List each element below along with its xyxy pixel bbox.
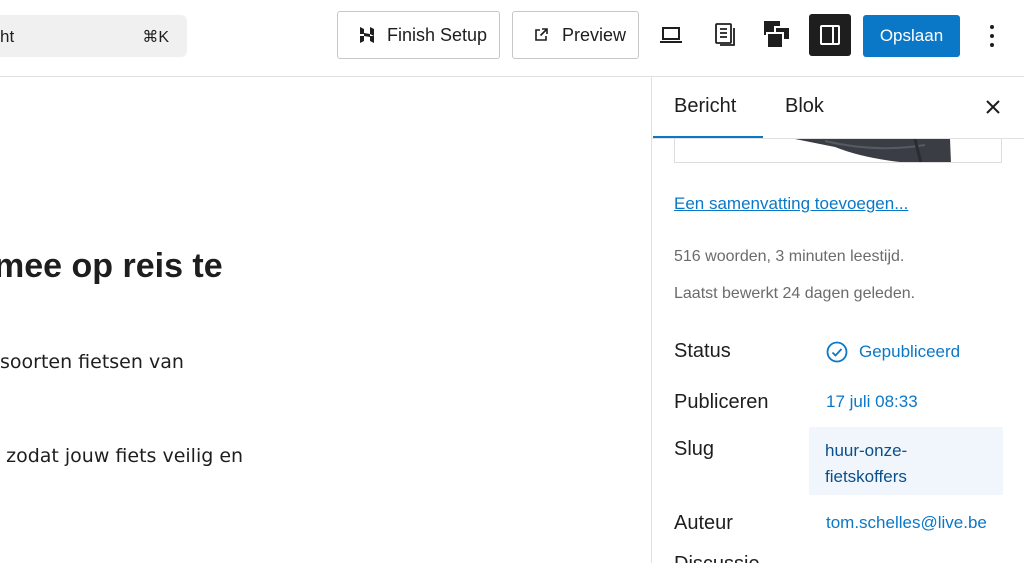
- sidebar-icon: [820, 25, 840, 45]
- settings-sidebar-toggle[interactable]: [809, 14, 851, 56]
- laptop-icon: [660, 27, 682, 43]
- status-label: Status: [674, 340, 731, 362]
- tab-post[interactable]: Bericht: [674, 95, 736, 118]
- paragraph-block[interactable]: soorten fietsen van: [0, 351, 184, 373]
- preview-label: Preview: [562, 24, 627, 45]
- add-excerpt-link[interactable]: Een samenvatting toevoegen...: [674, 194, 908, 214]
- active-tab-indicator: [653, 136, 763, 138]
- overlapping-squares-icon: [764, 21, 791, 49]
- post-heading[interactable]: mee op reis te: [0, 247, 223, 286]
- author-label: Auteur: [674, 512, 733, 534]
- slug-label: Slug: [674, 438, 715, 460]
- paragraph-text: zodat jouw fiets veilig en: [6, 445, 244, 467]
- status-value: Gepubliceerd: [859, 342, 961, 361]
- editor-header: ht ⌘K Finish Setup Preview Opslaan: [0, 0, 1024, 77]
- command-palette-button[interactable]: ht ⌘K: [0, 15, 187, 57]
- slug-value: huur-onze-fietskoffers: [825, 441, 908, 486]
- word-count: 516 woorden, 3 minuten leestijd.: [674, 248, 905, 265]
- status-value-button[interactable]: Gepubliceerd: [826, 341, 960, 363]
- device-preview-button[interactable]: [650, 14, 692, 56]
- preview-button[interactable]: Preview: [512, 11, 639, 59]
- block-styles-button[interactable]: [756, 14, 798, 56]
- finish-setup-label: Finish Setup: [387, 24, 488, 45]
- publish-label: Publiceren: [674, 391, 769, 413]
- hostinger-logo-icon: [358, 26, 376, 44]
- more-options-icon[interactable]: [980, 18, 1004, 54]
- featured-image[interactable]: [674, 139, 1002, 163]
- check-circle-icon: [826, 341, 848, 363]
- document-list-icon: [715, 23, 735, 46]
- close-icon[interactable]: [982, 96, 1004, 118]
- sidebar-tabs: Bericht Blok: [652, 77, 1024, 139]
- finish-setup-button[interactable]: Finish Setup: [337, 11, 500, 59]
- paragraph-block[interactable]: , zodat jouw fiets veilig en: [0, 445, 243, 467]
- external-link-icon: [533, 26, 551, 44]
- command-palette-label: ht: [0, 27, 15, 46]
- tab-block[interactable]: Blok: [785, 95, 824, 118]
- publish-date-button[interactable]: 17 juli 08:33: [826, 392, 918, 412]
- document-overview-button[interactable]: [704, 14, 746, 56]
- discussion-label: Discussie: [674, 553, 760, 563]
- editor-canvas[interactable]: mee op reis te soorten fietsen van , zod…: [0, 77, 651, 563]
- save-button[interactable]: Opslaan: [863, 15, 960, 57]
- command-shortcut: ⌘K: [142, 29, 169, 46]
- slug-field[interactable]: huur-onze-fietskoffers: [809, 427, 1003, 495]
- author-button[interactable]: tom.schelles@live.be: [826, 513, 987, 533]
- settings-sidebar: Bericht Blok Een samenvatting toevoegen.…: [651, 77, 1024, 563]
- last-edited: Laatst bewerkt 24 dagen geleden.: [674, 285, 916, 302]
